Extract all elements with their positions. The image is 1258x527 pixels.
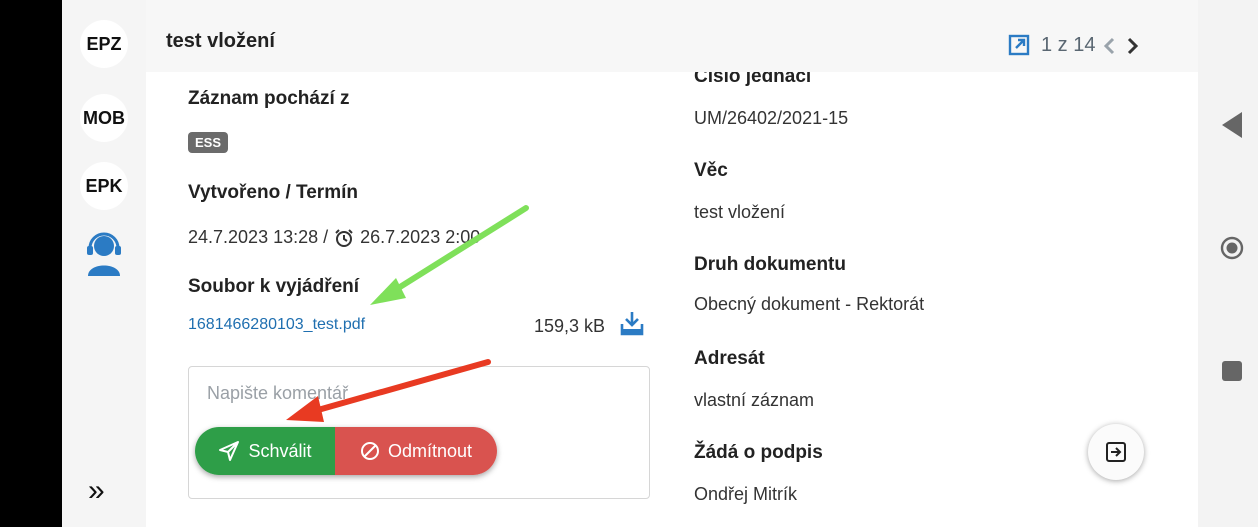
nav-recents-icon[interactable] <box>1222 361 1242 381</box>
nav-back-icon[interactable] <box>1222 112 1242 138</box>
red-arrow <box>286 359 491 422</box>
android-nav-bar <box>1198 0 1258 527</box>
annotation-arrows <box>286 205 529 422</box>
nav-home-icon[interactable] <box>1220 236 1244 260</box>
green-arrow <box>370 205 529 305</box>
